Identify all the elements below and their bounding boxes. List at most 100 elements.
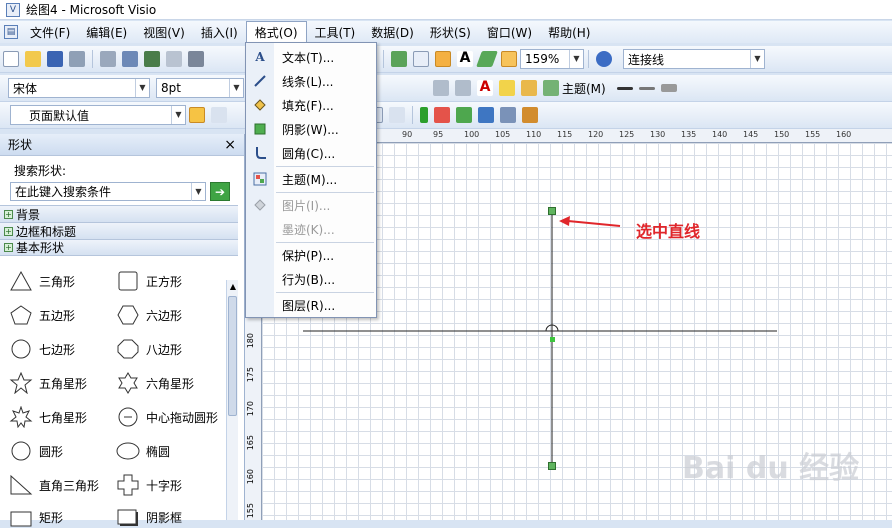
- menu-data[interactable]: 数据(D): [363, 22, 422, 43]
- shape-triangle[interactable]: 三角形: [9, 270, 75, 292]
- ruler-tick-label: 165: [246, 435, 255, 451]
- menu-item-round-corner[interactable]: 圆角(C)...: [246, 143, 376, 163]
- menu-insert[interactable]: 插入(I): [193, 22, 246, 43]
- font-name-combo[interactable]: 宋体 ▼: [8, 78, 150, 98]
- style-combo[interactable]: 页面默认值 ▼: [10, 105, 186, 125]
- shape-hexagon[interactable]: 六边形: [116, 304, 182, 326]
- shape-right-triangle[interactable]: 直角三角形: [9, 474, 99, 496]
- center-drag-circle-icon: [118, 407, 138, 427]
- zoom-combo[interactable]: 159% ▼: [520, 49, 584, 69]
- document-icon[interactable]: ▤: [4, 25, 18, 39]
- menu-item-shadow[interactable]: 阴影(W)...: [246, 119, 376, 139]
- stencil-scrollbar[interactable]: ▲: [226, 280, 238, 520]
- start-handle[interactable]: [548, 207, 556, 215]
- new-icon[interactable]: [3, 51, 19, 67]
- ruler-tick-label: 175: [246, 367, 255, 383]
- menu-shape[interactable]: 形状(S): [422, 22, 479, 43]
- star5-icon: [9, 372, 33, 394]
- report-icon[interactable]: [434, 107, 450, 123]
- search-go-icon[interactable]: ➔: [210, 182, 230, 201]
- line-color-icon[interactable]: [499, 80, 515, 96]
- line-ends-icon[interactable]: [660, 84, 677, 92]
- shape-shadow-box[interactable]: 阴影框: [116, 506, 182, 528]
- menu-tools[interactable]: 工具(T): [307, 22, 364, 43]
- menu-format[interactable]: 格式(O): [245, 21, 307, 43]
- menu-item-layer[interactable]: 图层(R)...: [246, 295, 376, 315]
- scroll-up-icon[interactable]: ▲: [228, 282, 238, 292]
- shape-ellipse[interactable]: 椭圆: [116, 440, 170, 462]
- format-painter-icon[interactable]: [189, 107, 205, 123]
- shapes-panel-title: 形状: [8, 138, 33, 152]
- ruler-tick-label: 115: [557, 130, 573, 139]
- menu-view[interactable]: 视图(V): [135, 22, 193, 43]
- menu-item-protection[interactable]: 保护(P)...: [246, 245, 376, 265]
- stencil-group-borders[interactable]: + 边框和标题: [0, 222, 238, 239]
- indent-icon[interactable]: [455, 80, 471, 96]
- connector-icon[interactable]: [211, 107, 227, 123]
- rectangle-icon: [10, 511, 32, 527]
- line-weight-icon[interactable]: [616, 86, 633, 90]
- refresh-icon[interactable]: [522, 107, 538, 123]
- save-icon[interactable]: [47, 51, 63, 67]
- research-icon[interactable]: [166, 51, 182, 67]
- fill-tool-icon[interactable]: [476, 51, 498, 67]
- shape-5-point-star[interactable]: 五角星形: [9, 372, 87, 394]
- spelling-icon[interactable]: [144, 51, 160, 67]
- visio-app-icon[interactable]: V: [6, 2, 20, 17]
- group-icon[interactable]: [389, 107, 405, 123]
- menu-file[interactable]: 文件(F): [22, 22, 78, 43]
- play-icon[interactable]: [420, 107, 428, 123]
- shapes-icon[interactable]: [391, 51, 407, 67]
- theme-button[interactable]: 主题(M): [562, 80, 606, 97]
- cut-icon[interactable]: [188, 51, 204, 67]
- search-input[interactable]: 在此键入搜索条件 ▼: [10, 182, 206, 201]
- preview-icon[interactable]: [122, 51, 138, 67]
- menu-item-ink[interactable]: 墨迹(K)...: [246, 219, 376, 239]
- shape-heptagon[interactable]: 七边形: [9, 338, 75, 360]
- line-pattern-icon[interactable]: [638, 86, 655, 90]
- bullets-icon[interactable]: [433, 80, 449, 96]
- close-icon[interactable]: ×: [224, 137, 236, 153]
- theme-icon[interactable]: [543, 80, 559, 96]
- print-preview-icon[interactable]: [100, 51, 116, 67]
- menu-item-behavior[interactable]: 行为(B)...: [246, 269, 376, 289]
- pan-zoom-icon[interactable]: [501, 51, 517, 67]
- menu-item-picture[interactable]: 图片(I)...: [246, 195, 376, 215]
- external-data-icon[interactable]: [500, 107, 516, 123]
- help-icon[interactable]: [596, 51, 612, 67]
- connector-style-combo[interactable]: 连接线 ▼: [623, 49, 765, 69]
- font-size-combo[interactable]: 8pt ▼: [156, 78, 244, 98]
- open-icon[interactable]: [25, 51, 41, 67]
- shape-square[interactable]: 正方形: [116, 270, 182, 292]
- shape-pentagon[interactable]: 五边形: [9, 304, 75, 326]
- standard-toolbar: A 159% ▼ 连接线 ▼: [0, 46, 892, 73]
- pointer-tool-icon[interactable]: [413, 51, 429, 67]
- data-graphics-icon[interactable]: [456, 107, 472, 123]
- stencil-group-basic-shapes[interactable]: + 基本形状: [0, 239, 238, 256]
- ruler-tick-label: 130: [650, 130, 666, 139]
- end-handle[interactable]: [548, 462, 556, 470]
- scroll-thumb[interactable]: [228, 296, 237, 416]
- midpoint-handle[interactable]: [550, 337, 555, 342]
- shape-6-point-star[interactable]: 六角星形: [116, 372, 194, 394]
- fill-color-icon[interactable]: [521, 80, 537, 96]
- shape-rectangle[interactable]: 矩形: [9, 506, 63, 528]
- menu-edit[interactable]: 编辑(E): [78, 22, 135, 43]
- font-color-icon[interactable]: A: [477, 80, 493, 96]
- shape-octagon[interactable]: 八边形: [116, 338, 182, 360]
- menu-item-theme[interactable]: 主题(M)...: [246, 169, 376, 189]
- stencil-group-background[interactable]: + 背景: [0, 205, 238, 222]
- menu-item-line[interactable]: 线条(L)...: [246, 71, 376, 91]
- menu-item-fill[interactable]: 填充(F)...: [246, 95, 376, 115]
- menu-help[interactable]: 帮助(H): [540, 22, 598, 43]
- shape-center-drag-circle[interactable]: 中心拖动圆形: [116, 406, 218, 428]
- shape-cross[interactable]: 十字形: [116, 474, 182, 496]
- text-tool-icon[interactable]: A: [457, 51, 473, 67]
- shape-circle[interactable]: 圆形: [9, 440, 63, 462]
- link-data-icon[interactable]: [478, 107, 494, 123]
- menu-item-text[interactable]: A 文本(T)...: [246, 47, 376, 67]
- shape-7-point-star[interactable]: 七角星形: [9, 406, 87, 428]
- connector-tool-icon[interactable]: [435, 51, 451, 67]
- menu-window[interactable]: 窗口(W): [479, 22, 540, 43]
- print-icon[interactable]: [69, 51, 85, 67]
